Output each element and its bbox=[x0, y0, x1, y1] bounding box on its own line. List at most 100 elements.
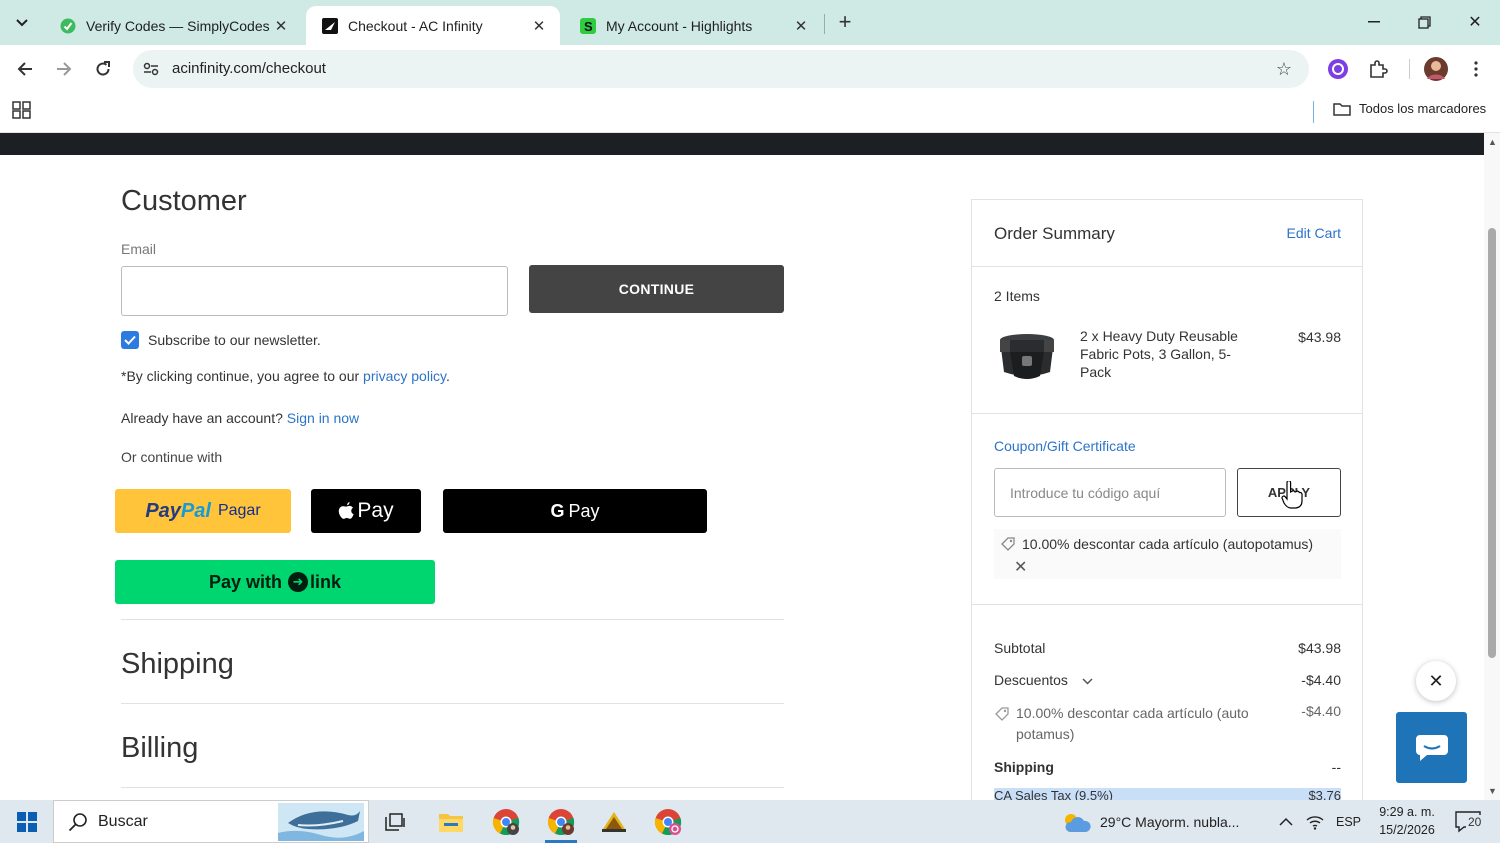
chrome-icon bbox=[654, 809, 682, 836]
file-explorer-button[interactable] bbox=[429, 805, 473, 839]
order-summary: Order Summary Edit Cart 2 Items 2 x Heav… bbox=[971, 199, 1363, 800]
policy-text: *By clicking continue, you agree to our bbox=[121, 368, 364, 384]
site-info-icon[interactable] bbox=[141, 59, 161, 79]
tray-overflow-button[interactable] bbox=[1279, 800, 1293, 843]
tax-label: CA Sales Tax (9.5%) bbox=[994, 788, 1113, 800]
subtotal-label: Subtotal bbox=[994, 640, 1046, 656]
google-pay-button[interactable]: G Pay bbox=[443, 489, 707, 533]
app-shortcut-button[interactable] bbox=[592, 805, 636, 839]
windows-taskbar: Buscar 29°C Mayorm. nubla... ESP 9:29 a.… bbox=[0, 800, 1500, 843]
bookmark-star-icon[interactable]: ☆ bbox=[1273, 58, 1295, 80]
close-icon[interactable]: ✕ bbox=[530, 17, 548, 35]
more-vertical-icon bbox=[1474, 61, 1478, 77]
site-header bbox=[0, 133, 1484, 155]
apps-grid-icon[interactable] bbox=[12, 101, 32, 121]
browser-menu-button[interactable] bbox=[1464, 57, 1488, 81]
chrome-icon bbox=[492, 809, 520, 836]
extensions-button[interactable] bbox=[1366, 57, 1390, 81]
address-bar[interactable]: acinfinity.com/checkout ☆ bbox=[133, 50, 1309, 88]
close-icon[interactable]: ✕ bbox=[272, 17, 290, 35]
weather-widget[interactable]: 29°C Mayorm. nubla... bbox=[1062, 800, 1239, 843]
continue-button[interactable]: CONTINUE bbox=[529, 265, 784, 313]
profile-avatar[interactable] bbox=[1424, 57, 1448, 81]
discount-detail-label: 10.00% descontar cada artículo (auto pot… bbox=[1016, 705, 1249, 742]
scroll-down-arrow-icon[interactable]: ▼ bbox=[1488, 786, 1497, 796]
clock-time: 9:29 a. m. bbox=[1379, 805, 1435, 819]
tax-row: CA Sales Tax (9.5%) $3.76 bbox=[994, 788, 1341, 800]
paypal-button[interactable]: PayPal Pagar bbox=[115, 489, 291, 533]
remove-coupon-icon[interactable]: ✕ bbox=[1014, 557, 1027, 577]
billing-title: Billing bbox=[121, 732, 199, 764]
discount-detail-row: 10.00% descontar cada artículo (auto pot… bbox=[994, 703, 1341, 745]
policy-notice: *By clicking continue, you agree to our … bbox=[121, 368, 450, 384]
forward-button[interactable] bbox=[50, 55, 78, 83]
summary-divider bbox=[972, 266, 1362, 267]
privacy-policy-link[interactable]: privacy policy bbox=[363, 368, 446, 384]
pay-with-link-button[interactable]: Pay with ➜ link bbox=[115, 560, 435, 604]
tab-search-button[interactable] bbox=[8, 9, 36, 37]
svg-text:S: S bbox=[584, 19, 593, 34]
discounts-row[interactable]: Descuentos -$4.40 bbox=[994, 672, 1341, 688]
scrollbar-thumb[interactable] bbox=[1488, 228, 1496, 658]
email-field[interactable] bbox=[121, 266, 508, 316]
sign-in-link[interactable]: Sign in now bbox=[287, 410, 359, 426]
chat-widget-button[interactable] bbox=[1396, 712, 1467, 783]
shipping-value: -- bbox=[1331, 759, 1341, 775]
puzzle-icon bbox=[1370, 60, 1388, 78]
all-bookmarks-label: Todos los marcadores bbox=[1359, 101, 1487, 116]
app-icon bbox=[602, 812, 626, 832]
chat-dismiss-button[interactable]: ✕ bbox=[1416, 661, 1456, 701]
bookmarks-divider bbox=[1313, 101, 1314, 123]
tab-simplycodes-verify[interactable]: Verify Codes — SimplyCodes ✕ bbox=[44, 6, 302, 45]
check-icon bbox=[124, 335, 136, 345]
section-divider bbox=[121, 703, 784, 704]
minimize-icon bbox=[1368, 21, 1380, 23]
new-tab-button[interactable]: + bbox=[832, 9, 858, 35]
product-name: 2 x Heavy Duty Reusable Fabric Pots, 3 G… bbox=[1080, 328, 1238, 380]
notification-center-button[interactable]: 20 bbox=[1454, 810, 1484, 834]
apple-pay-button[interactable]: Pay bbox=[311, 489, 421, 533]
subtotal-value: $43.98 bbox=[1298, 640, 1341, 656]
simplycodes-icon bbox=[60, 18, 76, 34]
minimize-button[interactable] bbox=[1359, 8, 1389, 36]
newsletter-label: Subscribe to our newsletter. bbox=[148, 332, 321, 348]
google-g-icon: G bbox=[550, 500, 565, 521]
all-bookmarks-button[interactable]: Todos los marcadores bbox=[1333, 101, 1486, 116]
discounts-toggle[interactable]: Descuentos bbox=[994, 672, 1093, 688]
close-icon: ✕ bbox=[1468, 14, 1482, 31]
summary-divider bbox=[972, 604, 1362, 605]
network-button[interactable] bbox=[1306, 800, 1324, 843]
coupon-label[interactable]: Coupon/Gift Certificate bbox=[994, 438, 1136, 454]
newsletter-checkbox[interactable] bbox=[121, 331, 139, 349]
extension-simplycodes-button[interactable] bbox=[1326, 57, 1350, 81]
tag-icon bbox=[1001, 537, 1015, 551]
reload-button[interactable] bbox=[89, 55, 117, 83]
taskbar-search-box[interactable]: Buscar bbox=[53, 800, 369, 843]
tab-my-account-highlights[interactable]: S My Account - Highlights ✕ bbox=[564, 6, 822, 45]
chrome-profile-2-button[interactable] bbox=[539, 805, 583, 843]
clock-date: 15/2/2026 bbox=[1379, 823, 1435, 837]
page-scrollbar[interactable]: ▲ ▼ bbox=[1484, 133, 1500, 800]
close-icon[interactable]: ✕ bbox=[792, 17, 810, 35]
scroll-up-arrow-icon[interactable]: ▲ bbox=[1488, 137, 1497, 147]
browser-tab-bar: Verify Codes — SimplyCodes ✕ Checkout - … bbox=[0, 0, 1500, 45]
edit-cart-link[interactable]: Edit Cart bbox=[1287, 225, 1341, 241]
restore-button[interactable] bbox=[1409, 8, 1439, 36]
email-label: Email bbox=[121, 241, 157, 257]
back-button[interactable] bbox=[11, 55, 39, 83]
shipping-row: Shipping -- bbox=[994, 759, 1341, 775]
avatar-icon bbox=[1424, 57, 1448, 81]
chrome-profile-3-button[interactable] bbox=[646, 805, 690, 839]
url-text[interactable]: acinfinity.com/checkout bbox=[172, 60, 326, 77]
chrome-profile-1-button[interactable] bbox=[484, 805, 528, 839]
tab-checkout-acinfinity[interactable]: Checkout - AC Infinity ✕ bbox=[306, 6, 560, 45]
system-clock[interactable]: 9:29 a. m. 15/2/2026 bbox=[1374, 803, 1440, 839]
newsletter-option[interactable]: Subscribe to our newsletter. bbox=[121, 331, 321, 349]
language-indicator[interactable]: ESP bbox=[1336, 800, 1361, 843]
google-pay-label: Pay bbox=[568, 500, 600, 521]
close-icon: ✕ bbox=[1428, 670, 1444, 691]
start-button[interactable] bbox=[0, 800, 53, 843]
window-close-button[interactable]: ✕ bbox=[1460, 8, 1490, 36]
coupon-code-input[interactable]: Introduce tu código aquí bbox=[994, 468, 1226, 517]
task-view-button[interactable] bbox=[374, 805, 418, 839]
